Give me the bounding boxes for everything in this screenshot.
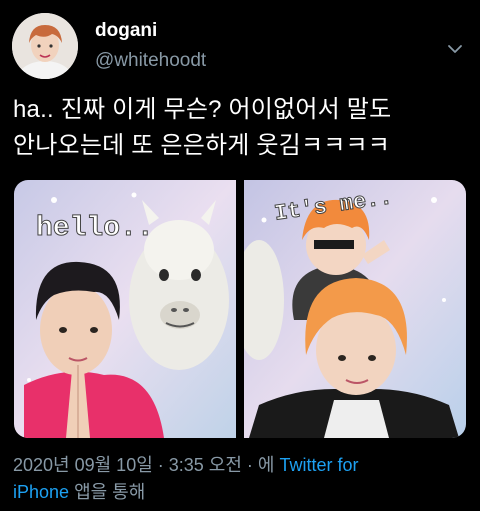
media-image-left[interactable]: hello.. xyxy=(14,180,236,438)
source-link-continued[interactable]: iPhone xyxy=(13,482,69,502)
source-suffix: 앱을 통해 xyxy=(69,482,146,502)
tweet-text: ha.. 진짜 이게 무슨? 어이없어서 말도 안나오는데 또 은은하게 웃김ㅋ… xyxy=(13,92,473,164)
display-name[interactable]: dogani xyxy=(95,20,157,42)
caption-hello: hello.. xyxy=(36,213,154,244)
chevron-down-icon[interactable] xyxy=(446,40,464,58)
profile-photo-icon xyxy=(12,13,78,79)
media-image-right[interactable]: It's me.. xyxy=(244,180,466,438)
user-handle[interactable]: @whitehoodt xyxy=(95,50,206,72)
tweet-text-line: 안나오는데 또 은은하게 웃김ㅋㅋㅋㅋ xyxy=(13,132,391,159)
tweet-text-line: ha.. 진짜 이게 무슨? 어이없어서 말도 xyxy=(13,96,392,123)
timestamp[interactable]: 2020년 09월 10일 · 3:35 오전 · 에 xyxy=(13,455,279,475)
tweet: dogani @whitehoodt ha.. 진짜 이게 무슨? 어이없어서 … xyxy=(0,0,480,511)
tweet-metadata: 2020년 09월 10일 · 3:35 오전 · 에 Twitter for … xyxy=(13,452,473,506)
tweet-media[interactable]: hello.. It's me.. xyxy=(14,180,466,438)
avatar[interactable] xyxy=(12,13,78,79)
source-link[interactable]: Twitter for xyxy=(279,455,358,475)
